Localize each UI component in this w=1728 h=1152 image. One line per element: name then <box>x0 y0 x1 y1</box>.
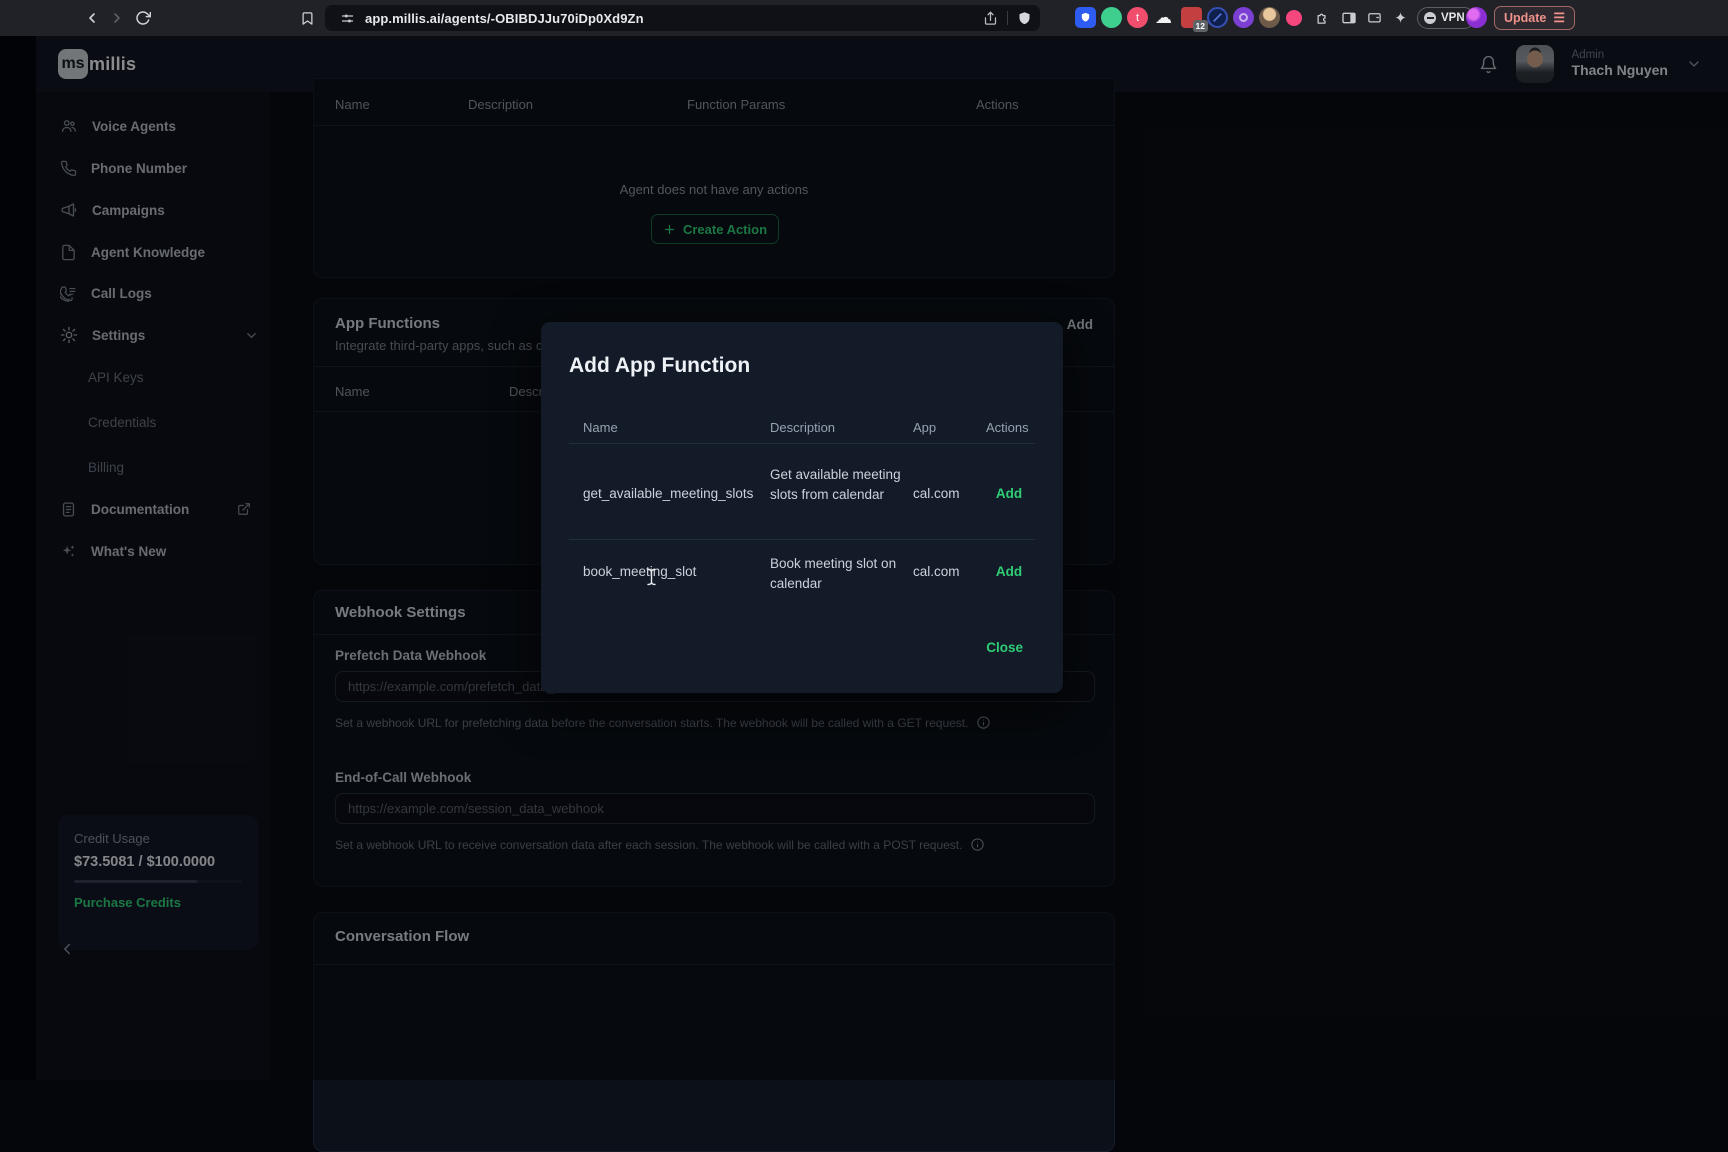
toolbar-separator <box>1007 11 1008 25</box>
profile-avatar-icon[interactable] <box>1466 7 1487 28</box>
extension-passmanager-icon[interactable]: 12 <box>1181 7 1202 28</box>
add-function-button[interactable]: Add <box>986 564 1032 579</box>
update-button[interactable]: Update ☰ <box>1494 6 1575 30</box>
site-settings-icon[interactable] <box>337 8 357 28</box>
extensions-puzzle-icon[interactable] <box>1312 7 1333 28</box>
function-description: Get available meeting slots from calenda… <box>770 465 920 504</box>
leo-ai-sparkles-icon[interactable]: ✦ <box>1390 7 1411 28</box>
modal-column-header: Description <box>770 420 835 435</box>
add-function-button[interactable]: Add <box>986 486 1032 501</box>
function-app: cal.com <box>913 486 960 501</box>
modal-column-header: Actions <box>986 420 1029 435</box>
share-icon[interactable] <box>983 11 998 26</box>
extension-cloud-icon[interactable]: ☁ <box>1153 7 1174 28</box>
modal-close-button[interactable]: Close <box>986 640 1023 655</box>
text-cursor-icon <box>646 568 657 586</box>
menu-hamburger-icon: ☰ <box>1553 10 1565 26</box>
url-text: app.millis.ai/agents/-OBIBDJJu70iDp0Xd9Z… <box>365 11 644 26</box>
forward-icon[interactable] <box>107 8 127 28</box>
update-label: Update <box>1504 11 1546 25</box>
brave-shield-icon[interactable] <box>1017 11 1032 26</box>
browser-toolbar: app.millis.ai/agents/-OBIBDJJu70iDp0Xd9Z… <box>0 0 1728 36</box>
sidebar-panel-icon[interactable] <box>1338 7 1359 28</box>
extension-pink-icon[interactable] <box>1286 10 1302 26</box>
function-app: cal.com <box>913 564 960 579</box>
wallet-icon[interactable] <box>1364 7 1385 28</box>
vpn-icon <box>1424 12 1436 24</box>
reload-icon[interactable] <box>133 8 153 28</box>
extension-blocker-icon[interactable] <box>1207 7 1228 28</box>
function-name: book_meeting_slot <box>583 564 696 579</box>
modal-title: Add App Function <box>569 354 750 378</box>
divider <box>569 443 1035 444</box>
function-description: Book meeting slot on calendar <box>770 554 920 593</box>
extension-shield-icon[interactable] <box>1075 7 1096 28</box>
extension-avatar-icon[interactable] <box>1259 7 1280 28</box>
function-name: get_available_meeting_slots <box>583 486 753 501</box>
modal-column-header: App <box>913 420 936 435</box>
extension-badge: 12 <box>1193 20 1208 32</box>
extension-t-icon[interactable]: t <box>1127 7 1148 28</box>
bookmark-icon[interactable] <box>297 8 317 28</box>
back-icon[interactable] <box>82 8 102 28</box>
address-bar[interactable]: app.millis.ai/agents/-OBIBDJJu70iDp0Xd9Z… <box>325 5 1040 31</box>
divider <box>569 539 1035 540</box>
extension-purple-icon[interactable] <box>1233 7 1254 28</box>
extension-green-icon[interactable] <box>1101 7 1122 28</box>
add-app-function-modal: Add App Function Name Description App Ac… <box>541 322 1063 693</box>
modal-column-header: Name <box>583 420 618 435</box>
vpn-label: VPN <box>1441 12 1465 24</box>
